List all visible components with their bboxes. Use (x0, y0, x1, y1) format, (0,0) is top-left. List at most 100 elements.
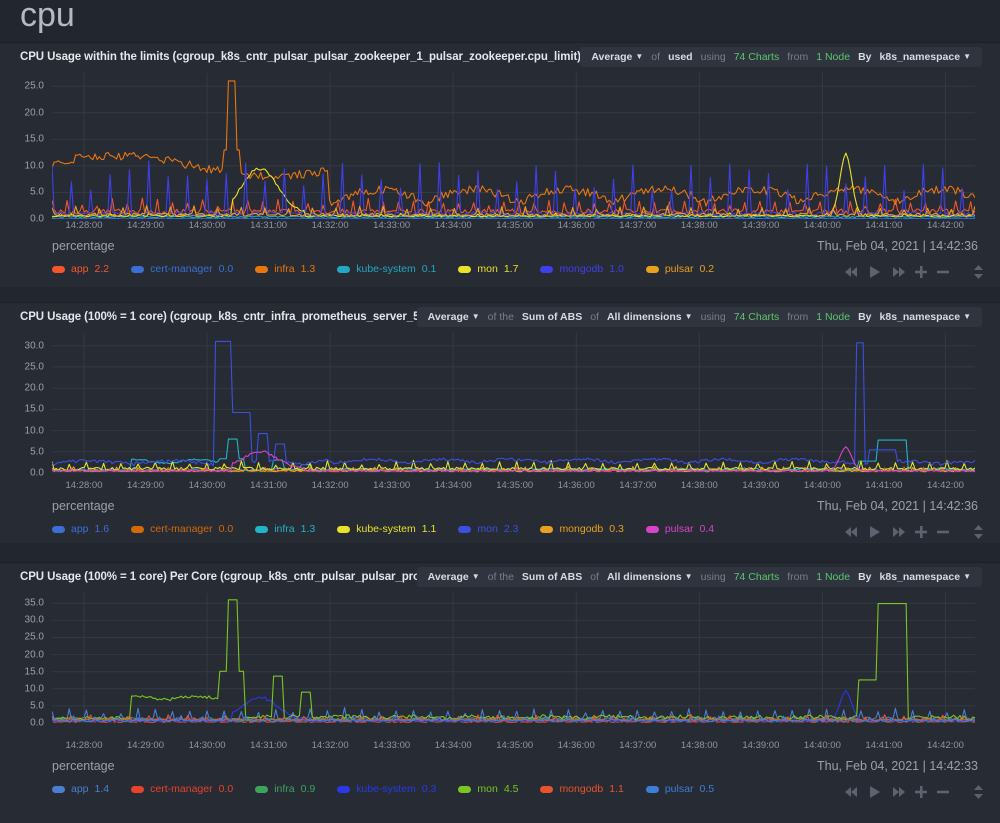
aggregate-dropdown-label: Average (427, 311, 469, 323)
zoom-out-button[interactable] (937, 786, 949, 798)
legend-item-infra[interactable]: infra 0.9 (255, 783, 315, 795)
legend-item-mon[interactable]: mon 1.7 (458, 263, 518, 275)
plus-icon (915, 266, 927, 278)
legend-label: app (71, 263, 89, 275)
forward-button[interactable] (891, 267, 905, 277)
legend-item-pulsar[interactable]: pulsar 0.5 (645, 783, 714, 795)
legend-label: pulsar (664, 263, 694, 275)
forward-icon (893, 527, 905, 537)
legend-item-app[interactable]: app 1.6 (52, 523, 109, 535)
chart-controls: Average ▼ of the Sum of ABS of All dimensions… (416, 567, 982, 587)
legend-label: mon (477, 783, 498, 795)
rewind-button[interactable] (845, 787, 859, 797)
x-axis-tick: 14:36:00 (557, 480, 595, 491)
play-icon (870, 266, 880, 278)
x-axis-tick: 14:35:00 (496, 220, 534, 231)
legend-item-pulsar[interactable]: pulsar 0.2 (645, 263, 714, 275)
x-axis-tick: 14:42:00 (926, 740, 964, 751)
aggregate-dropdown[interactable]: Average ▼ (424, 311, 484, 323)
zoom-in-button[interactable] (915, 266, 927, 278)
x-axis-tick: 14:40:00 (803, 480, 841, 491)
using-label: using (700, 311, 726, 323)
of-label: of the (487, 571, 514, 583)
x-axis-tick: 14:28:00 (65, 740, 103, 751)
legend-color-swatch (131, 785, 145, 793)
group-by-dropdown[interactable]: k8s_namespace ▼ (876, 311, 975, 323)
chart-toolbar (845, 785, 984, 799)
zoom-in-button[interactable] (915, 786, 927, 798)
of-label-2: of (590, 311, 599, 323)
play-button[interactable] (869, 786, 881, 798)
rewind-button[interactable] (845, 527, 859, 537)
legend-item-infra[interactable]: infra 1.3 (255, 523, 315, 535)
minus-icon (937, 790, 949, 794)
legend-color-swatch (131, 525, 145, 533)
group-by-dropdown[interactable]: k8s_namespace ▼ (876, 51, 975, 63)
resize-handle[interactable] (973, 525, 984, 539)
charts-count[interactable]: 74 Charts (730, 51, 784, 63)
resize-handle[interactable] (973, 265, 984, 279)
aggregate-dropdown[interactable]: Average ▼ (587, 51, 647, 63)
legend-item-app[interactable]: app 1.4 (52, 783, 109, 795)
legend-item-mon[interactable]: mon 2.3 (458, 523, 518, 535)
node-count[interactable]: 1 Node (812, 311, 854, 323)
chart-plot-area[interactable] (52, 73, 975, 219)
rewind-button[interactable] (845, 267, 859, 277)
node-count[interactable]: 1 Node (812, 571, 854, 583)
chart-plot-area[interactable] (52, 333, 975, 473)
x-axis-tick: 14:28:00 (65, 220, 103, 231)
aggregate-dropdown[interactable]: Average ▼ (424, 571, 484, 583)
legend-item-cert-manager[interactable]: cert-manager 0.0 (131, 263, 233, 275)
legend-item-app[interactable]: app 2.2 (52, 263, 109, 275)
x-axis: 14:28:00 14:29:00 14:30:00 14:31:00 14:32:00… (52, 480, 975, 494)
legend-item-kube-system[interactable]: kube-system 0.1 (337, 263, 436, 275)
chart-legend: app 2.2 cert-manager 0.0 infra 1.3 kube-system… (52, 263, 736, 275)
series-line-mon (52, 340, 975, 467)
legend-item-cert-manager[interactable]: cert-manager 0.0 (131, 523, 233, 535)
legend-item-mongodb[interactable]: mongodb 0.3 (540, 523, 624, 535)
legend-label: cert-manager (150, 523, 213, 535)
x-axis-tick: 14:42:00 (926, 480, 964, 491)
dimensions-dropdown[interactable]: All dimensions ▼ (603, 571, 697, 583)
legend-item-infra[interactable]: infra 1.3 (255, 263, 315, 275)
play-button[interactable] (869, 526, 881, 538)
node-count[interactable]: 1 Node (812, 51, 854, 63)
legend-color-swatch (52, 265, 65, 273)
using-label: using (700, 51, 726, 63)
zoom-out-button[interactable] (937, 266, 949, 278)
by-label: By (858, 51, 872, 63)
resize-handle[interactable] (973, 785, 984, 799)
x-axis-tick: 14:30:00 (188, 740, 226, 751)
chevron-down-icon: ▼ (635, 51, 644, 61)
legend-item-kube-system[interactable]: kube-system 0.3 (337, 783, 436, 795)
legend-item-cert-manager[interactable]: cert-manager 0.0 (131, 783, 233, 795)
legend-item-kube-system[interactable]: kube-system 1.1 (337, 523, 436, 535)
dimensions-dropdown[interactable]: All dimensions ▼ (603, 311, 697, 323)
chart-legend: app 1.6 cert-manager 0.0 infra 1.3 kube-system… (52, 523, 736, 535)
forward-button[interactable] (891, 527, 905, 537)
legend-color-swatch (337, 265, 351, 273)
group-by-dropdown[interactable]: k8s_namespace ▼ (876, 571, 975, 583)
legend-value: 1.6 (94, 523, 110, 535)
legend-item-mon[interactable]: mon 4.5 (458, 783, 518, 795)
zoom-in-button[interactable] (915, 526, 927, 538)
legend-label: app (71, 523, 89, 535)
play-button[interactable] (869, 266, 881, 278)
chevron-down-icon: ▼ (963, 311, 971, 321)
legend-color-swatch (255, 785, 269, 793)
legend-item-mongodb[interactable]: mongodb 1.1 (540, 783, 624, 795)
chart-plot-area[interactable] (52, 593, 975, 723)
legend-item-mongodb[interactable]: mongodb 1.0 (540, 263, 624, 275)
by-label: By (858, 311, 872, 323)
charts-count[interactable]: 74 Charts (730, 311, 784, 323)
forward-button[interactable] (891, 787, 905, 797)
legend-value: 0.1 (421, 263, 437, 275)
x-axis-tick: 14:36:00 (557, 220, 595, 231)
charts-count[interactable]: 74 Charts (730, 571, 784, 583)
legend-item-pulsar[interactable]: pulsar 0.4 (645, 523, 714, 535)
legend-value: 0.0 (218, 263, 234, 275)
y-axis-tick: 15.0 (24, 133, 44, 145)
legend-label: kube-system (356, 783, 416, 795)
by-label: By (858, 571, 872, 583)
zoom-out-button[interactable] (937, 526, 949, 538)
